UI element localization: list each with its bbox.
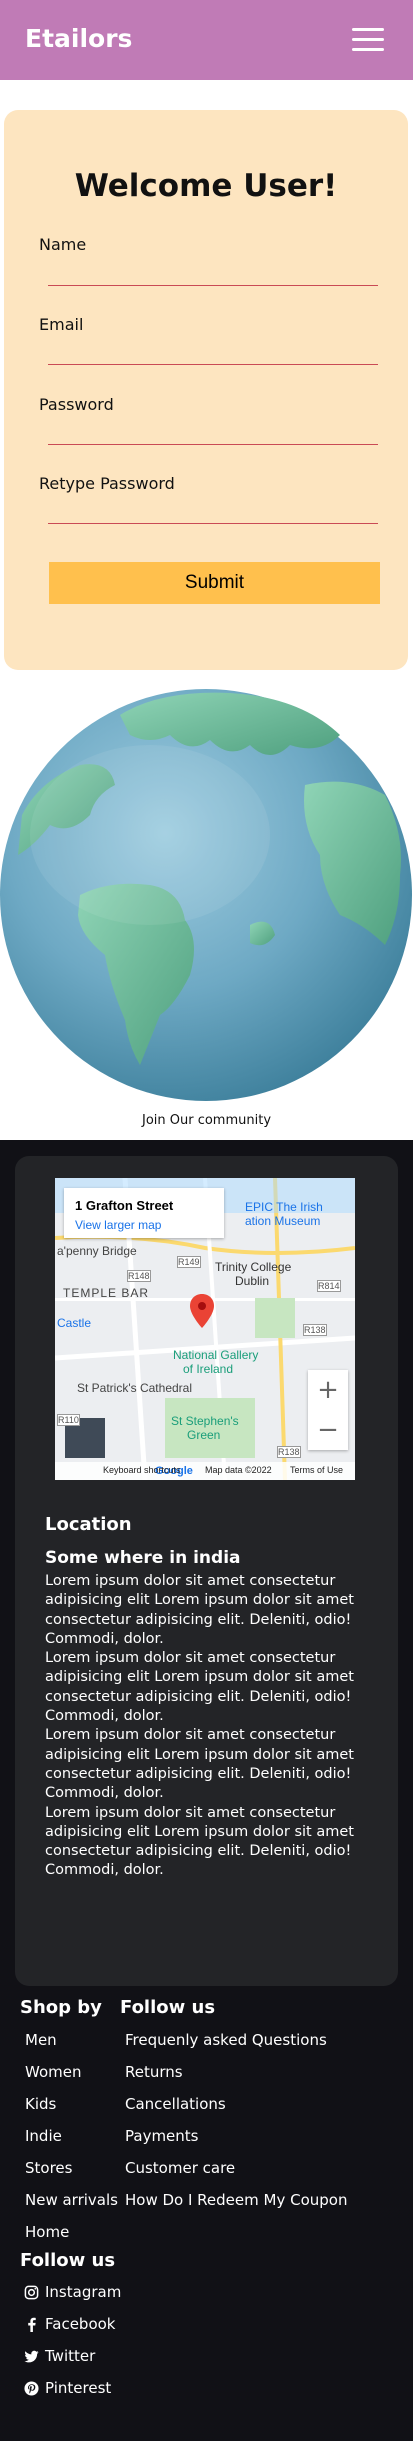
payments-link[interactable]: Payments — [125, 2127, 198, 2145]
map-road-r814: R814 — [317, 1280, 341, 1292]
retype-password-field[interactable] — [48, 500, 382, 530]
pinterest-label: Pinterest — [45, 2379, 112, 2397]
email-label: Email — [39, 315, 84, 334]
map-label-stephen-2: Green — [187, 1428, 221, 1442]
twitter-icon — [24, 2350, 39, 2362]
social-link-instagram[interactable]: Instagram — [24, 2283, 121, 2301]
map-label-museum: ation Museum — [245, 1214, 321, 1228]
map-label-stephen-1: St Stephen's — [171, 1414, 239, 1428]
view-larger-map-link[interactable]: View larger map — [75, 1218, 161, 1232]
shop-by-heading: Shop by — [20, 1997, 102, 2018]
customer-care-link[interactable]: Customer care — [125, 2159, 235, 2177]
embedded-map[interactable]: 1 Grafton Street View larger map EPIC Th… — [55, 1178, 355, 1480]
email-underline — [48, 364, 378, 365]
email-field[interactable] — [48, 341, 382, 371]
map-label-bridge: a'penny Bridge — [57, 1244, 137, 1258]
returns-link[interactable]: Returns — [125, 2063, 183, 2081]
name-field[interactable] — [48, 262, 382, 292]
shop-link-kids[interactable]: Kids — [25, 2095, 56, 2113]
welcome-title: Welcome User! — [74, 168, 338, 204]
pinterest-icon — [24, 2380, 39, 2396]
password-underline — [48, 444, 378, 445]
map-footer: Google Keyboard shortcuts Map data ©2022… — [55, 1462, 355, 1480]
map-label-dublin: Dublin — [235, 1274, 270, 1288]
facebook-icon — [28, 2317, 36, 2332]
faq-link[interactable]: Frequenly asked Questions — [125, 2031, 327, 2049]
lorem-paragraph-3: Lorem ipsum dolor sit amet consectetur a… — [45, 1727, 354, 1802]
social-link-twitter[interactable]: Twitter — [24, 2347, 95, 2365]
map-label-epic: EPIC The Irish — [245, 1200, 323, 1214]
map-label-trinity: Trinity College — [215, 1260, 292, 1274]
map-label-gallery-1: National Gallery — [173, 1348, 259, 1362]
social-link-facebook[interactable]: Facebook — [24, 2315, 115, 2333]
location-description: Lorem ipsum dolor sit amet consectetur a… — [45, 1572, 375, 1881]
shop-link-stores[interactable]: Stores — [25, 2159, 72, 2177]
globe-illustration — [0, 685, 413, 1105]
name-label: Name — [39, 235, 87, 254]
retype-password-label: Retype Password — [39, 474, 175, 493]
map-road-r138a: R138 — [303, 1324, 327, 1336]
shop-link-home[interactable]: Home — [25, 2223, 69, 2241]
zoom-in-button[interactable]: + — [308, 1370, 348, 1410]
hamburger-menu-icon[interactable] — [352, 28, 384, 52]
instagram-icon — [24, 2285, 39, 2299]
social-link-pinterest[interactable]: Pinterest — [24, 2379, 111, 2397]
submit-button[interactable]: Submit — [49, 562, 380, 604]
map-label-gallery-2: of Ireland — [183, 1362, 234, 1376]
map-road-r149: R149 — [177, 1256, 201, 1268]
shop-link-men[interactable]: Men — [25, 2031, 57, 2049]
site-header: Etailors — [0, 0, 413, 80]
facebook-label: Facebook — [45, 2315, 116, 2333]
keyboard-shortcuts-link[interactable]: Keyboard shortcuts — [103, 1465, 181, 1475]
join-community-caption: Join Our community — [141, 1113, 272, 1128]
map-zoom-controls: + − — [308, 1370, 348, 1450]
map-road-r110: R110 — [57, 1414, 80, 1426]
location-title: Location — [45, 1514, 132, 1535]
shop-link-new-arrivals[interactable]: New arrivals — [25, 2191, 118, 2209]
lorem-paragraph-2: Lorem ipsum dolor sit amet consectetur a… — [45, 1650, 354, 1725]
lorem-paragraph-4: Lorem ipsum dolor sit amet consectetur a… — [45, 1804, 354, 1879]
map-address: 1 Grafton Street — [75, 1198, 174, 1213]
brand-logo[interactable]: Etailors — [25, 24, 132, 53]
shop-link-women[interactable]: Women — [25, 2063, 81, 2081]
map-label-castle: Castle — [57, 1316, 92, 1330]
password-field[interactable] — [48, 421, 382, 451]
retype-password-underline — [48, 523, 378, 524]
instagram-label: Instagram — [45, 2283, 122, 2301]
map-label-patrick: St Patrick's Cathedral — [77, 1381, 193, 1395]
zoom-out-button[interactable]: − — [308, 1410, 348, 1450]
signup-card: Welcome User! Name Email Password Retype… — [4, 110, 408, 670]
follow-us-heading: Follow us — [120, 1997, 216, 2018]
map-data-text: Map data ©2022 — [205, 1465, 272, 1475]
map-info-box: 1 Grafton Street View larger map — [64, 1188, 224, 1238]
cancellations-link[interactable]: Cancellations — [125, 2095, 226, 2113]
name-underline — [48, 285, 378, 286]
map-label-temple-bar: TEMPLE BAR — [63, 1286, 150, 1300]
map-pin-icon[interactable] — [190, 1294, 214, 1328]
terms-of-use-link[interactable]: Terms of Use — [290, 1465, 343, 1475]
twitter-label: Twitter — [45, 2347, 96, 2365]
lorem-paragraph-1: Lorem ipsum dolor sit amet consectetur a… — [45, 1573, 354, 1647]
location-subtitle: Some where in india — [45, 1548, 241, 1568]
password-label: Password — [39, 395, 114, 414]
map-road-r138b: R138 — [277, 1446, 301, 1458]
social-heading: Follow us — [20, 2250, 116, 2271]
redeem-coupon-link[interactable]: How Do I Redeem My Coupon — [125, 2191, 347, 2209]
shop-link-indie[interactable]: Indie — [25, 2127, 62, 2145]
map-road-r148: R148 — [127, 1270, 151, 1282]
